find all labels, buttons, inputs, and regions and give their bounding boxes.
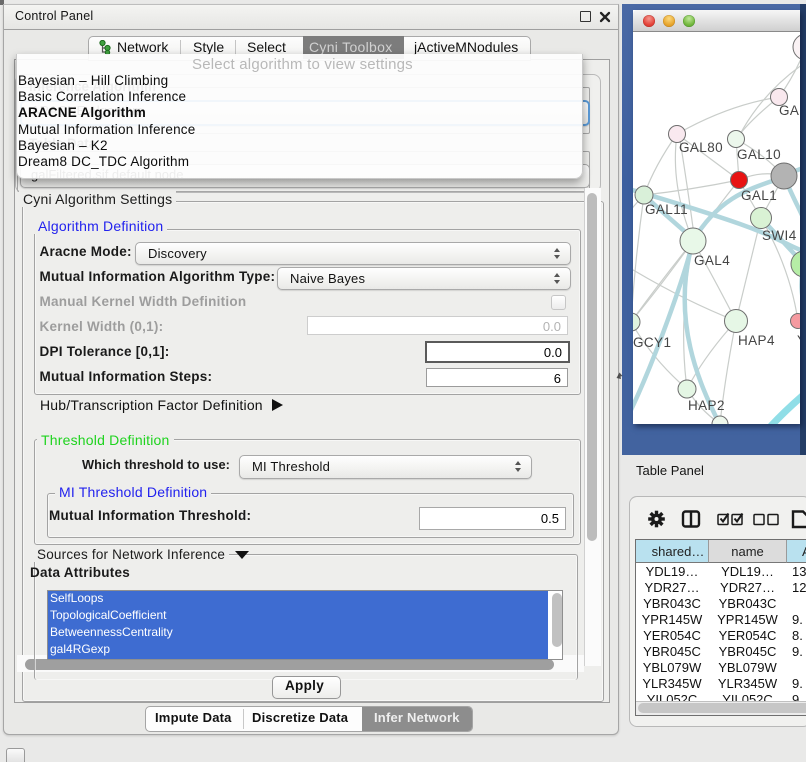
svg-text:HAP4: HAP4 [738, 333, 775, 348]
svg-text:GCY1: GCY1 [633, 335, 671, 350]
svg-text:GAL4: GAL4 [694, 253, 730, 268]
svg-text:GAL: GAL [779, 103, 800, 118]
svg-text:Y: Y [797, 333, 800, 348]
svg-text:HAP2: HAP2 [688, 398, 725, 413]
svg-text:GAL11: GAL11 [645, 202, 688, 217]
svg-text:GAL1: GAL1 [741, 188, 777, 203]
svg-text:GAL80: GAL80 [679, 140, 723, 155]
svg-text:GAL10: GAL10 [737, 147, 781, 162]
svg-text:SWI4: SWI4 [762, 228, 797, 243]
